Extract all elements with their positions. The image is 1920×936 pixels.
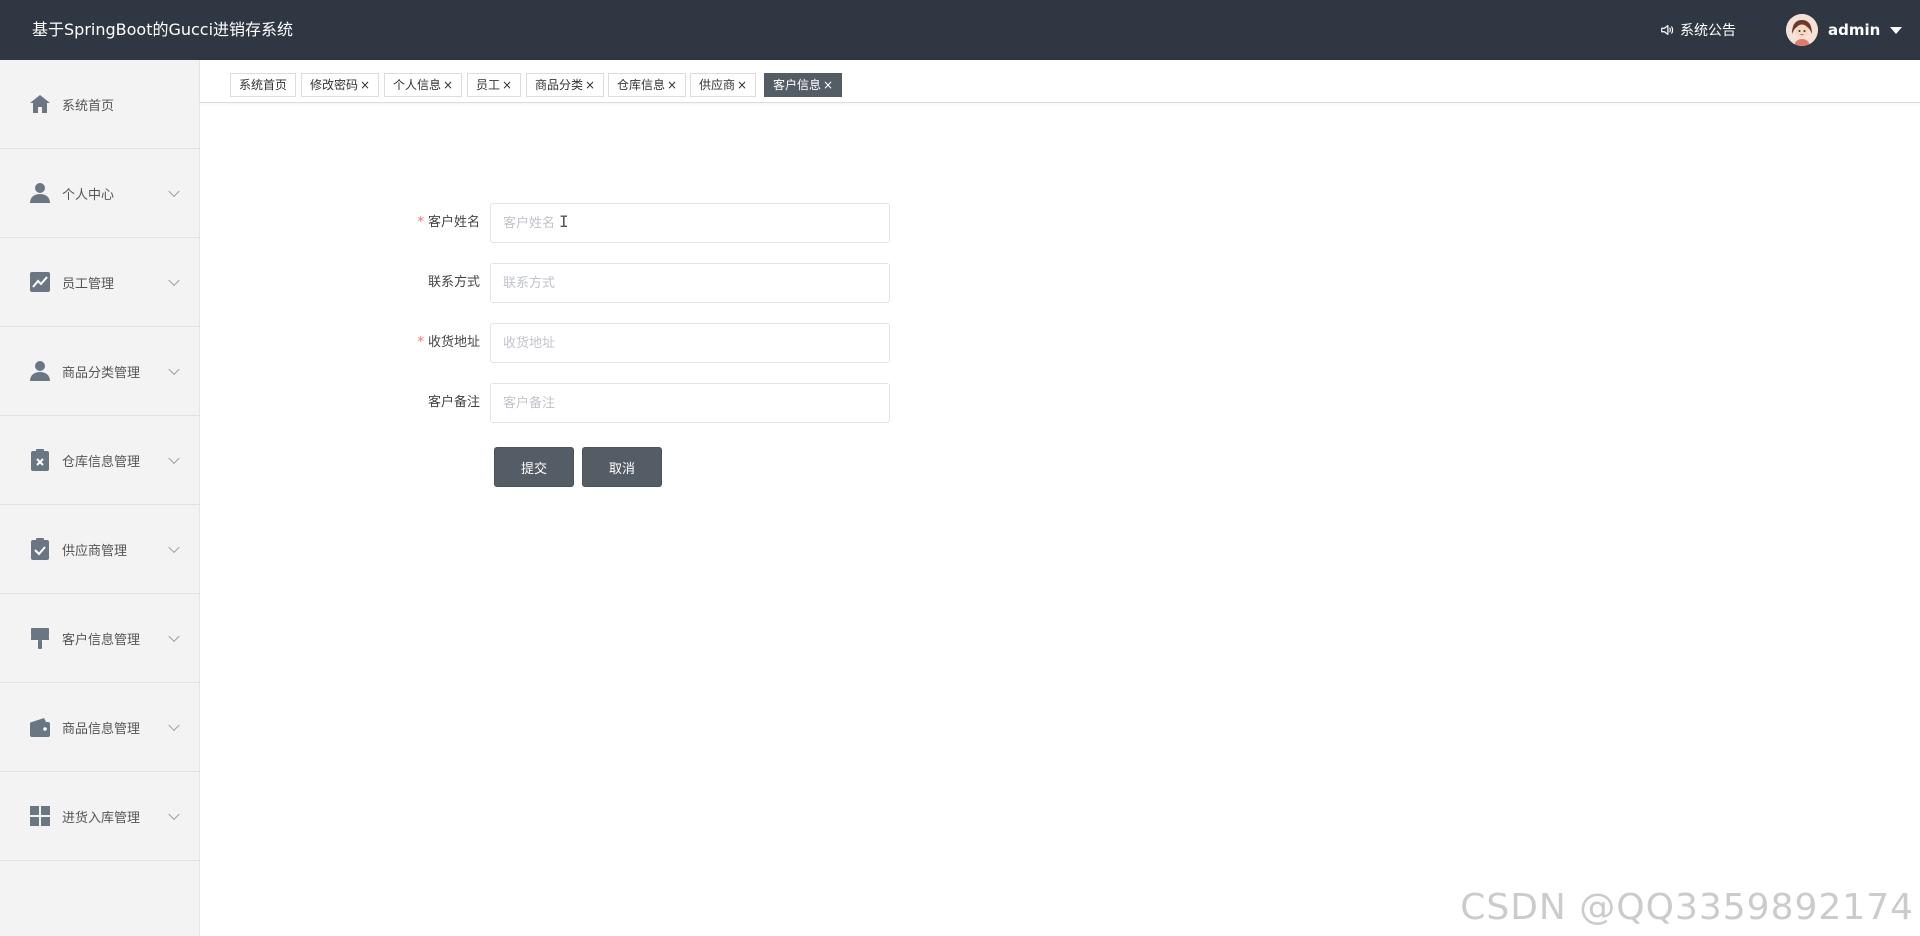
contact-input[interactable] [490, 263, 890, 303]
top-header: 基于SpringBoot的Gucci进销存系统 系统公告 admin [0, 0, 1920, 60]
clipboard-check-icon [28, 537, 52, 561]
form-label: 客户备注 [427, 395, 480, 410]
chevron-down-icon [168, 363, 180, 376]
sidebar-item-label: 员工管理 [62, 276, 115, 292]
watermark: CSDN @QQ3359892174 [1460, 887, 1914, 928]
sidebar-item-label: 进货入库管理 [62, 810, 141, 826]
tab-employee[interactable]: 员工 × [467, 73, 522, 97]
sidebar-item-personal-center[interactable]: 个人中心 [0, 149, 200, 238]
customer-name-input[interactable] [490, 203, 890, 243]
chevron-down-icon [168, 808, 180, 821]
avatar [1786, 14, 1818, 46]
close-icon[interactable]: × [502, 78, 512, 92]
user-menu[interactable]: admin [1786, 0, 1903, 60]
sidebar-item-category[interactable]: 商品分类管理 [0, 327, 200, 416]
user-icon [28, 359, 52, 383]
required-mark: * [417, 335, 424, 350]
sidebar: 系统首页 个人中心 员工管理 商品分类管理 仓库信息管理 供应商管理 客户信息管… [0, 60, 200, 936]
submit-button[interactable]: 提交 [494, 447, 574, 487]
form-row-remark: 客户备注 [400, 383, 900, 423]
tab-customer-info[interactable]: 客户信息 × [764, 73, 843, 97]
close-icon[interactable]: × [443, 78, 453, 92]
sidebar-item-label: 个人中心 [62, 187, 115, 203]
form-label: 联系方式 [427, 275, 480, 290]
notice-label: 系统公告 [1680, 23, 1736, 39]
clipboard-x-icon [28, 448, 52, 472]
tab-label: 仓库信息 [617, 78, 666, 92]
sidebar-item-label: 商品分类管理 [62, 365, 141, 381]
app-title: 基于SpringBoot的Gucci进销存系统 [32, 20, 294, 39]
close-icon[interactable]: × [823, 78, 833, 92]
chevron-down-icon [168, 452, 180, 465]
required-mark: * [417, 215, 424, 230]
chevron-down-icon [168, 719, 180, 732]
sidebar-item-supplier[interactable]: 供应商管理 [0, 505, 200, 594]
sidebar-item-warehouse[interactable]: 仓库信息管理 [0, 416, 200, 505]
system-notice-link[interactable]: 系统公告 [1660, 0, 1736, 60]
address-input[interactable] [490, 323, 890, 363]
tab-change-password[interactable]: 修改密码 × [301, 73, 380, 97]
close-icon[interactable]: × [737, 78, 747, 92]
sidebar-item-home[interactable]: 系统首页 [0, 60, 200, 149]
tab-label: 员工 [476, 78, 501, 92]
sidebar-item-label: 仓库信息管理 [62, 454, 141, 470]
chevron-down-icon [168, 630, 180, 643]
tab-label: 系统首页 [239, 78, 288, 92]
caret-down-icon [1890, 26, 1903, 34]
sidebar-item-product[interactable]: 商品信息管理 [0, 683, 200, 772]
tab-label: 修改密码 [310, 78, 359, 92]
wallet-icon [28, 715, 52, 739]
text-cursor-icon: I [559, 212, 569, 231]
tab-label: 商品分类 [535, 78, 584, 92]
user-icon [28, 181, 52, 205]
sidebar-item-label: 客户信息管理 [62, 632, 141, 648]
tab-category[interactable]: 商品分类 × [526, 73, 605, 97]
chevron-down-icon [168, 541, 180, 554]
brush-icon [28, 626, 52, 650]
sidebar-item-label: 系统首页 [62, 98, 115, 114]
form-row-address: * 收货地址 [400, 323, 900, 363]
tab-personal-info[interactable]: 个人信息 × [384, 73, 463, 97]
form-label: * 收货地址 [417, 335, 480, 350]
cancel-button[interactable]: 取消 [582, 447, 662, 487]
grid-icon [28, 804, 52, 828]
tab-supplier[interactable]: 供应商 × [690, 73, 757, 97]
sidebar-item-customer[interactable]: 客户信息管理 [0, 594, 200, 683]
form-row-contact: 联系方式 [400, 263, 900, 303]
chevron-down-icon [168, 274, 180, 287]
tab-label: 供应商 [699, 78, 736, 92]
sidebar-item-employee[interactable]: 员工管理 [0, 238, 200, 327]
tab-home[interactable]: 系统首页 [230, 73, 297, 97]
form-row-customer-name: * 客户姓名 [400, 203, 900, 243]
tab-label: 客户信息 [773, 78, 822, 92]
remark-input[interactable] [490, 383, 890, 423]
tab-label: 个人信息 [393, 78, 442, 92]
home-icon [28, 92, 52, 116]
chart-icon [28, 270, 52, 294]
sidebar-item-label: 供应商管理 [62, 543, 128, 559]
close-icon[interactable]: × [667, 78, 677, 92]
sidebar-item-label: 商品信息管理 [62, 721, 141, 737]
tab-warehouse[interactable]: 仓库信息 × [608, 73, 687, 97]
form-label: * 客户姓名 [417, 215, 480, 230]
username: admin [1828, 21, 1881, 39]
sidebar-item-stock-in[interactable]: 进货入库管理 [0, 772, 200, 861]
close-icon[interactable]: × [360, 78, 370, 92]
tabs-bar: 系统首页 修改密码 × 个人信息 × 员工 × 商品分类 × 仓库信息 × 供应商 × 客户… [200, 60, 1920, 103]
speaker-icon [1661, 25, 1674, 35]
close-icon[interactable]: × [585, 78, 595, 92]
chevron-down-icon [168, 185, 180, 198]
